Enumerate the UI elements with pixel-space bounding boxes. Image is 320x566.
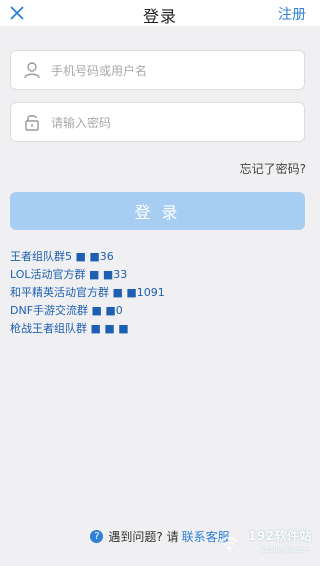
password-placeholder: 请输入密码 bbox=[51, 116, 112, 130]
group-list: 王者组队群5 ■ ■36 LOL活动官方群 ■ ■33 和平精英活动官方群 ■ … bbox=[10, 248, 165, 338]
username-placeholder: 手机号码或用户名 bbox=[51, 64, 148, 78]
wifi-icon bbox=[220, 536, 238, 550]
forgot-password-link[interactable]: 忘记了密码? bbox=[240, 160, 306, 177]
register-link[interactable]: 注册 bbox=[278, 4, 306, 24]
watermark-subtext: 192luyou.com bbox=[260, 546, 310, 554]
password-field[interactable]: 请输入密码 bbox=[10, 102, 305, 142]
list-item[interactable]: 枪战王者组队群 ■ ■ ■ bbox=[10, 320, 165, 338]
lock-icon bbox=[22, 112, 42, 132]
login-button[interactable]: 登 录 bbox=[10, 192, 305, 230]
user-icon bbox=[22, 60, 42, 80]
list-item[interactable]: DNF手游交流群 ■ ■0 bbox=[10, 302, 165, 320]
watermark-logo: 192软件站 192luyou.com bbox=[218, 529, 316, 560]
list-item[interactable]: 王者组队群5 ■ ■36 bbox=[10, 248, 165, 266]
list-item[interactable]: 和平精英活动官方群 ■ ■1091 bbox=[10, 284, 165, 302]
help-icon: ? bbox=[90, 530, 104, 543]
page-title: 登录 bbox=[142, 7, 177, 26]
help-text: 遇到问题? 请 bbox=[108, 530, 179, 544]
login-screen: 登录 注册 手机号码或用户名 请输入密码 忘记了密码? 登 录 王者组队群5 ■… bbox=[0, 0, 320, 566]
list-item[interactable]: LOL活动官方群 ■ ■33 bbox=[10, 266, 165, 284]
top-bar: 登录 注册 bbox=[0, 0, 320, 26]
watermark-text: 192软件站 bbox=[247, 529, 312, 543]
username-field[interactable]: 手机号码或用户名 bbox=[10, 50, 305, 90]
